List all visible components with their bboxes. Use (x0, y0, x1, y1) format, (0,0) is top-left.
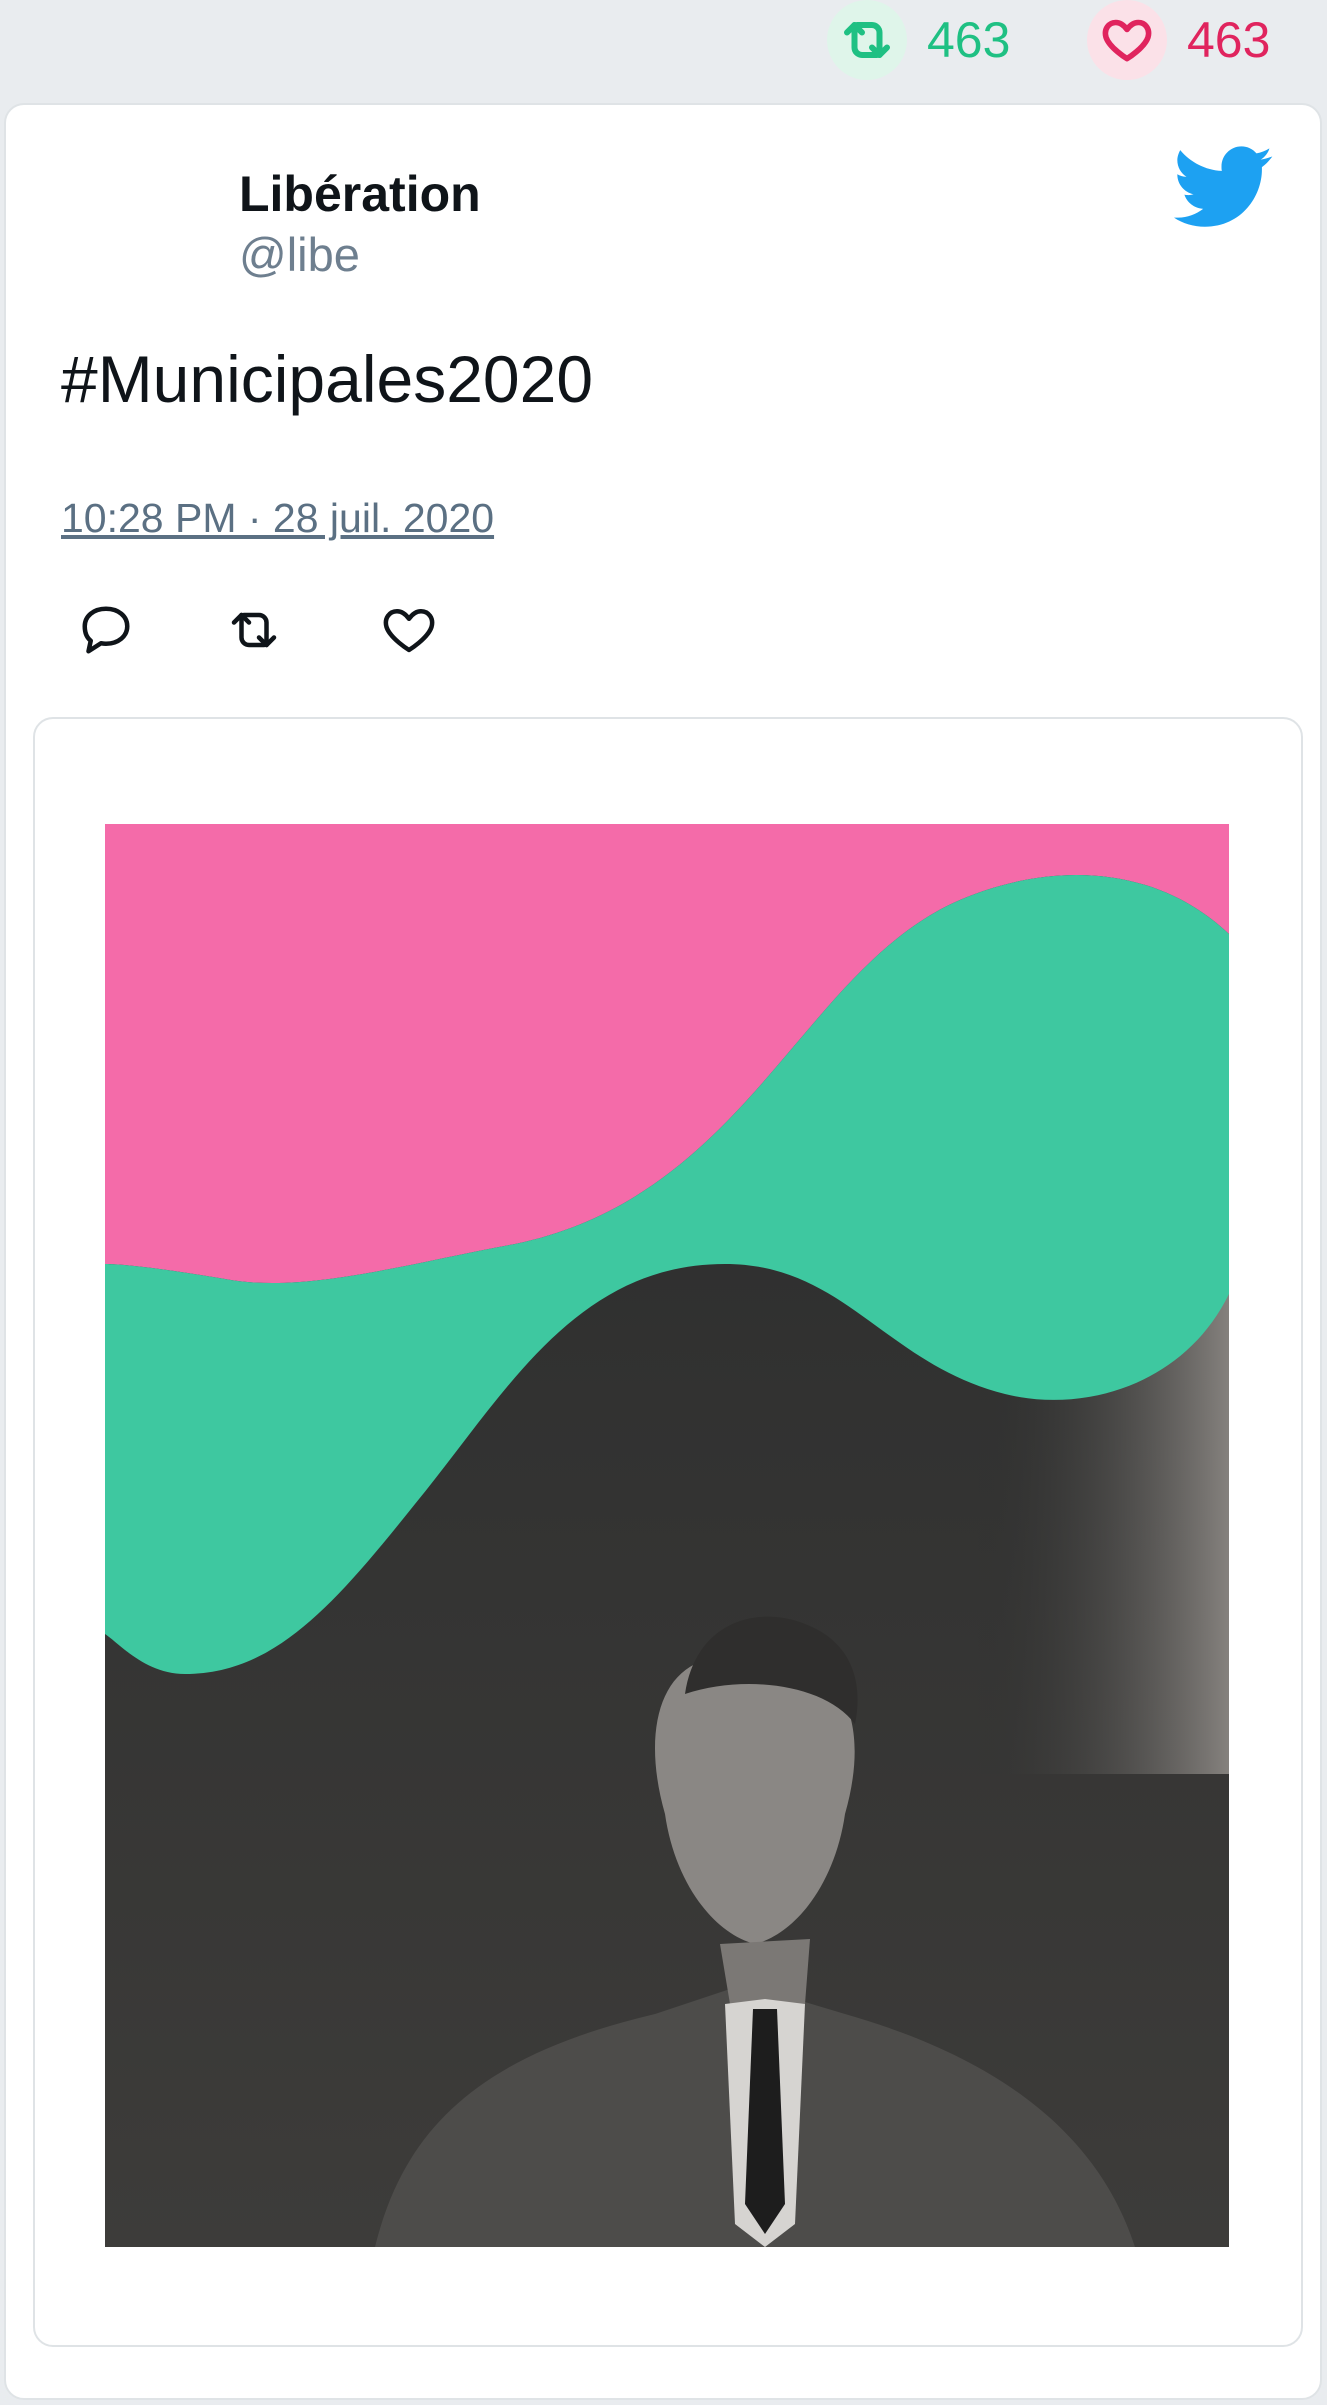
author-name[interactable]: Libération (239, 165, 481, 223)
like-stat[interactable]: 463 (1087, 0, 1270, 80)
engagement-bar: 463 463 (0, 0, 1327, 100)
retweet-icon[interactable] (827, 0, 907, 80)
tweet-card: Libération @libe #Municipales2020 10:28 … (4, 103, 1322, 2400)
like-count: 463 (1187, 12, 1271, 68)
heart-icon[interactable] (1087, 0, 1167, 80)
retweet-count: 463 (927, 12, 1011, 68)
reply-icon[interactable] (76, 600, 136, 660)
like-icon[interactable] (379, 600, 439, 660)
tweet-text[interactable]: #Municipales2020 (61, 341, 593, 417)
avatar[interactable] (61, 149, 181, 269)
tweet-media[interactable] (33, 717, 1303, 2347)
tweet-photo (105, 824, 1229, 2247)
twitter-bird-icon[interactable] (1174, 145, 1274, 231)
tweet-timestamp[interactable]: 10:28 PM · 28 juil. 2020 (61, 495, 494, 542)
retweet-stat[interactable]: 463 (827, 0, 1010, 80)
author-handle[interactable]: @libe (239, 227, 360, 282)
retweet-icon[interactable] (224, 600, 284, 660)
